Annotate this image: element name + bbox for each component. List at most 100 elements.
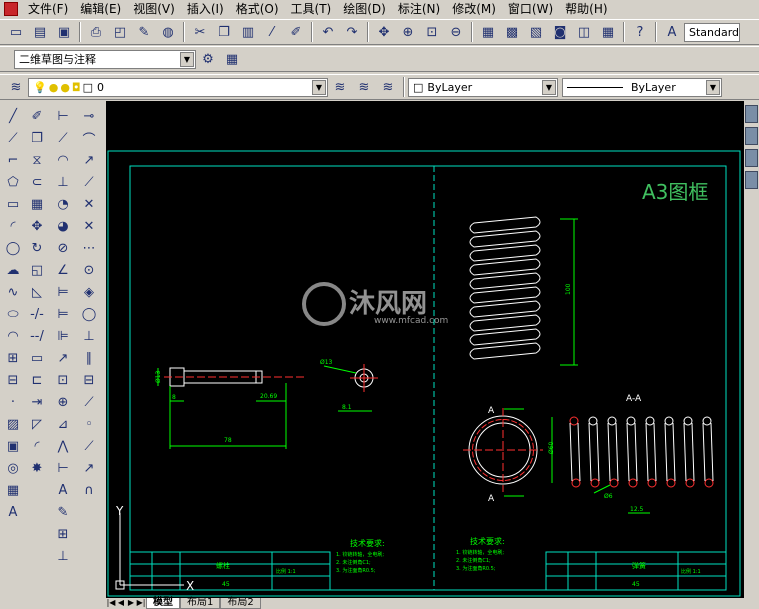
rectangle-icon[interactable]: ▭ <box>2 193 24 215</box>
offset-icon[interactable]: ⊂ <box>26 171 48 193</box>
calculator-icon[interactable]: ▦ <box>598 22 618 42</box>
menu-edit[interactable]: 编辑(E) <box>74 0 127 18</box>
layer-select[interactable]: 💡 ● ● ◘ □ 0 ▼ <box>28 77 328 97</box>
tab-layout2[interactable]: 布局2 <box>220 598 261 609</box>
array-icon[interactable]: ▦ <box>26 193 48 215</box>
copy-object-icon[interactable]: ❐ <box>26 127 48 149</box>
design-center-icon[interactable]: ▩ <box>502 22 522 42</box>
explode-icon[interactable]: ✸ <box>26 457 48 479</box>
copy-icon[interactable]: ❐ <box>214 22 234 42</box>
rotate-icon[interactable]: ↻ <box>26 237 48 259</box>
menu-file[interactable]: 文件(F) <box>22 0 74 18</box>
dim-linear-icon[interactable]: ⊢ <box>52 105 74 127</box>
menu-tools[interactable]: 工具(T) <box>285 0 338 18</box>
dim-override-icon[interactable]: ✎ <box>52 501 74 523</box>
stretch-icon[interactable]: ◺ <box>26 281 48 303</box>
join-icon[interactable]: ⇥ <box>26 391 48 413</box>
snap-tangent2-icon[interactable]: ◯ <box>78 303 100 325</box>
mtext-icon[interactable]: A <box>2 501 24 523</box>
revcloud-icon[interactable]: ☁ <box>2 259 24 281</box>
dim-diameter-icon[interactable]: ⊘ <box>52 237 74 259</box>
arc-icon[interactable]: ◜ <box>2 215 24 237</box>
polygon-icon[interactable]: ⬠ <box>2 171 24 193</box>
ellipse-arc-icon[interactable]: ◠ <box>2 325 24 347</box>
open-icon[interactable]: ▤ <box>30 22 50 42</box>
point-icon[interactable]: · <box>2 391 24 413</box>
dim-baseline-icon[interactable]: ⊨ <box>52 303 74 325</box>
tab-layout1[interactable]: 布局1 <box>180 598 221 609</box>
tab-model[interactable]: 模型 <box>146 598 180 609</box>
tab-prev-icon[interactable]: ◀ <box>116 598 126 608</box>
layer-previous-icon[interactable]: ≋ <box>354 77 374 97</box>
workspace-settings-icon[interactable]: ⚙ <box>198 49 218 69</box>
snap-parallel-icon[interactable]: ∥ <box>78 347 100 369</box>
pan-icon[interactable]: ✥ <box>374 22 394 42</box>
dim-space-icon[interactable]: ⊞ <box>52 523 74 545</box>
move-icon[interactable]: ✥ <box>26 215 48 237</box>
dim-edit-icon[interactable]: ⊿ <box>52 413 74 435</box>
zoom-realtime-icon[interactable]: ⊕ <box>398 22 418 42</box>
ellipse-icon[interactable]: ⬭ <box>2 303 24 325</box>
workspace-save-icon[interactable]: ▦ <box>222 49 242 69</box>
chamfer-icon[interactable]: ◸ <box>26 413 48 435</box>
cut-icon[interactable]: ✂ <box>190 22 210 42</box>
menu-format[interactable]: 格式(O) <box>230 0 285 18</box>
sheet-set-icon[interactable]: ◙ <box>550 22 570 42</box>
break-icon[interactable]: ⊏ <box>26 369 48 391</box>
dim-update-icon[interactable]: ⊢ <box>52 457 74 479</box>
block-editor-icon[interactable]: ✐ <box>286 22 306 42</box>
quick-leader-icon[interactable]: ↗ <box>52 347 74 369</box>
menu-help[interactable]: 帮助(H) <box>559 0 613 18</box>
dim-radius-icon[interactable]: ◔ <box>52 193 74 215</box>
app-icon[interactable] <box>4 2 18 16</box>
gradient-icon[interactable]: ▣ <box>2 435 24 457</box>
snap-midpoint-icon[interactable]: ⟋ <box>78 171 100 193</box>
menu-dimension[interactable]: 标注(N) <box>392 0 446 18</box>
undo-icon[interactable]: ↶ <box>318 22 338 42</box>
dim-jogged-icon[interactable]: ◕ <box>52 215 74 237</box>
dim-arc-icon[interactable]: ◠ <box>52 149 74 171</box>
text-style-icon[interactable]: A <box>662 22 682 42</box>
snap-tangent-icon[interactable]: ⌒ <box>78 127 100 149</box>
dim-text-edit-icon[interactable]: ⋀ <box>52 435 74 457</box>
snap-insert-icon[interactable]: ⊟ <box>78 369 100 391</box>
dock-tool-4-icon[interactable] <box>745 171 758 189</box>
trim-icon[interactable]: -/- <box>26 303 48 325</box>
tolerance-icon[interactable]: ⊡ <box>52 369 74 391</box>
snap-quadrant-icon[interactable]: ◈ <box>78 281 100 303</box>
spline-icon[interactable]: ∿ <box>2 281 24 303</box>
zoom-previous-icon[interactable]: ⊖ <box>446 22 466 42</box>
tab-first-icon[interactable]: |◀ <box>106 598 116 608</box>
dock-tool-3-icon[interactable] <box>745 149 758 167</box>
dim-style-icon[interactable]: A <box>52 479 74 501</box>
help-icon[interactable]: ? <box>630 22 650 42</box>
mirror-icon[interactable]: ⧖ <box>26 149 48 171</box>
dim-break-icon[interactable]: ⊥ <box>52 545 74 567</box>
snap-apparent-icon[interactable]: ✕ <box>78 215 100 237</box>
zoom-window-icon[interactable]: ⊡ <box>422 22 442 42</box>
hatch-icon[interactable]: ▨ <box>2 413 24 435</box>
scale-icon[interactable]: ◱ <box>26 259 48 281</box>
new-icon[interactable]: ▭ <box>6 22 26 42</box>
menu-draw[interactable]: 绘图(D) <box>337 0 392 18</box>
drawing-canvas[interactable]: A3图框 沐风网 www.mfcad.com 8 20.69 78 Ø13 Ø1… <box>106 101 744 598</box>
redo-icon[interactable]: ↷ <box>342 22 362 42</box>
table-icon[interactable]: ▦ <box>2 479 24 501</box>
workspace-select[interactable]: 二维草图与注释 ▼ <box>14 49 196 69</box>
text-style-select[interactable]: Standard <box>684 22 740 42</box>
extend-icon[interactable]: --/ <box>26 325 48 347</box>
break-point-icon[interactable]: ▭ <box>26 347 48 369</box>
construction-line-icon[interactable]: ⟋ <box>2 127 24 149</box>
menu-view[interactable]: 视图(V) <box>127 0 181 18</box>
properties-icon[interactable]: ▦ <box>478 22 498 42</box>
paste-icon[interactable]: ▥ <box>238 22 258 42</box>
tab-last-icon[interactable]: ▶| <box>136 598 146 608</box>
snap-settings-icon[interactable]: ⟋ <box>78 435 100 457</box>
snap-endpoint-icon[interactable]: ⊸ <box>78 105 100 127</box>
erase-icon[interactable]: ✐ <box>26 105 48 127</box>
make-block-icon[interactable]: ⊟ <box>2 369 24 391</box>
snap-intersection-icon[interactable]: ✕ <box>78 193 100 215</box>
save-icon[interactable]: ▣ <box>54 22 74 42</box>
preview-icon[interactable]: ◰ <box>110 22 130 42</box>
snap-center-icon[interactable]: ⊙ <box>78 259 100 281</box>
